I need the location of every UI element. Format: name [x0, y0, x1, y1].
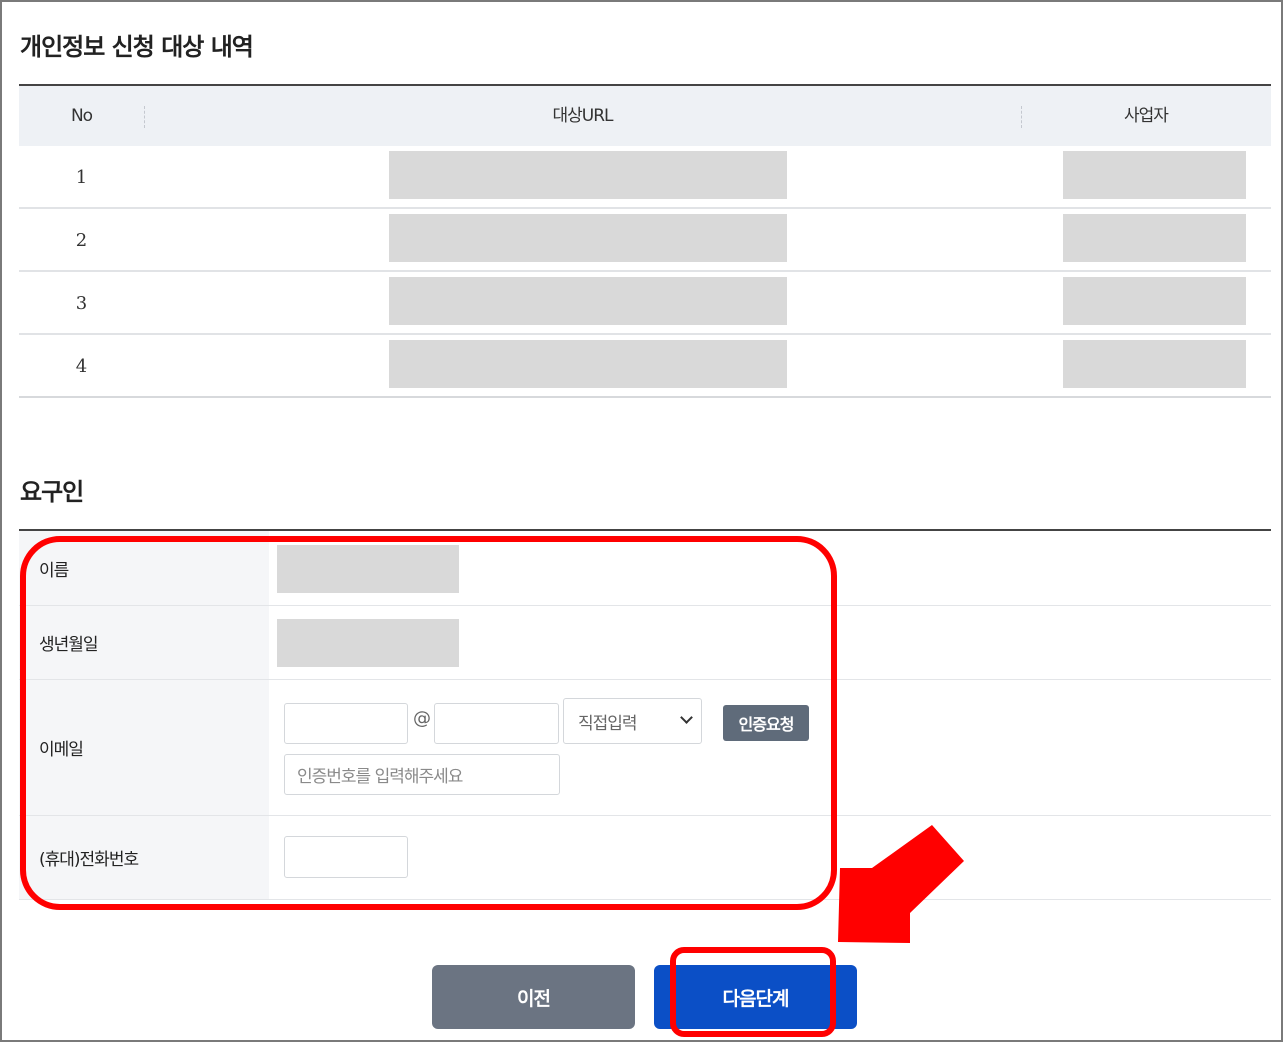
row-number: 1: [75, 167, 88, 188]
column-header-url: 대상URL: [552, 106, 613, 126]
target-section-title: 개인정보 신청 대상 내역: [20, 33, 254, 61]
redacted-business: [1063, 214, 1246, 262]
table-row: 2: [19, 209, 1271, 272]
row-number: 2: [75, 230, 88, 251]
row-number: 3: [75, 293, 88, 314]
redacted-url: [389, 151, 787, 199]
table-header: No 대상URL 사업자: [19, 86, 1271, 146]
annotation-highlight-form: [20, 536, 837, 910]
annotation-arrow-icon: [838, 825, 964, 943]
redacted-business: [1063, 277, 1246, 325]
redacted-business: [1063, 340, 1246, 388]
column-header-no: No: [70, 106, 93, 126]
redacted-business: [1063, 151, 1246, 199]
annotation-highlight-next: [670, 947, 836, 1037]
column-header-business: 사업자: [1124, 106, 1169, 126]
prev-button[interactable]: 이전: [432, 965, 635, 1029]
table-row: 4: [19, 335, 1271, 398]
target-table: No 대상URL 사업자 1 2 3 4: [19, 84, 1271, 398]
redacted-url: [389, 214, 787, 262]
table-row: 3: [19, 272, 1271, 335]
redacted-url: [389, 277, 787, 325]
requester-section-title: 요구인: [20, 478, 84, 506]
redacted-url: [389, 340, 787, 388]
row-number: 4: [75, 356, 88, 377]
table-row: 1: [19, 146, 1271, 209]
arrow-shape: [838, 825, 964, 943]
